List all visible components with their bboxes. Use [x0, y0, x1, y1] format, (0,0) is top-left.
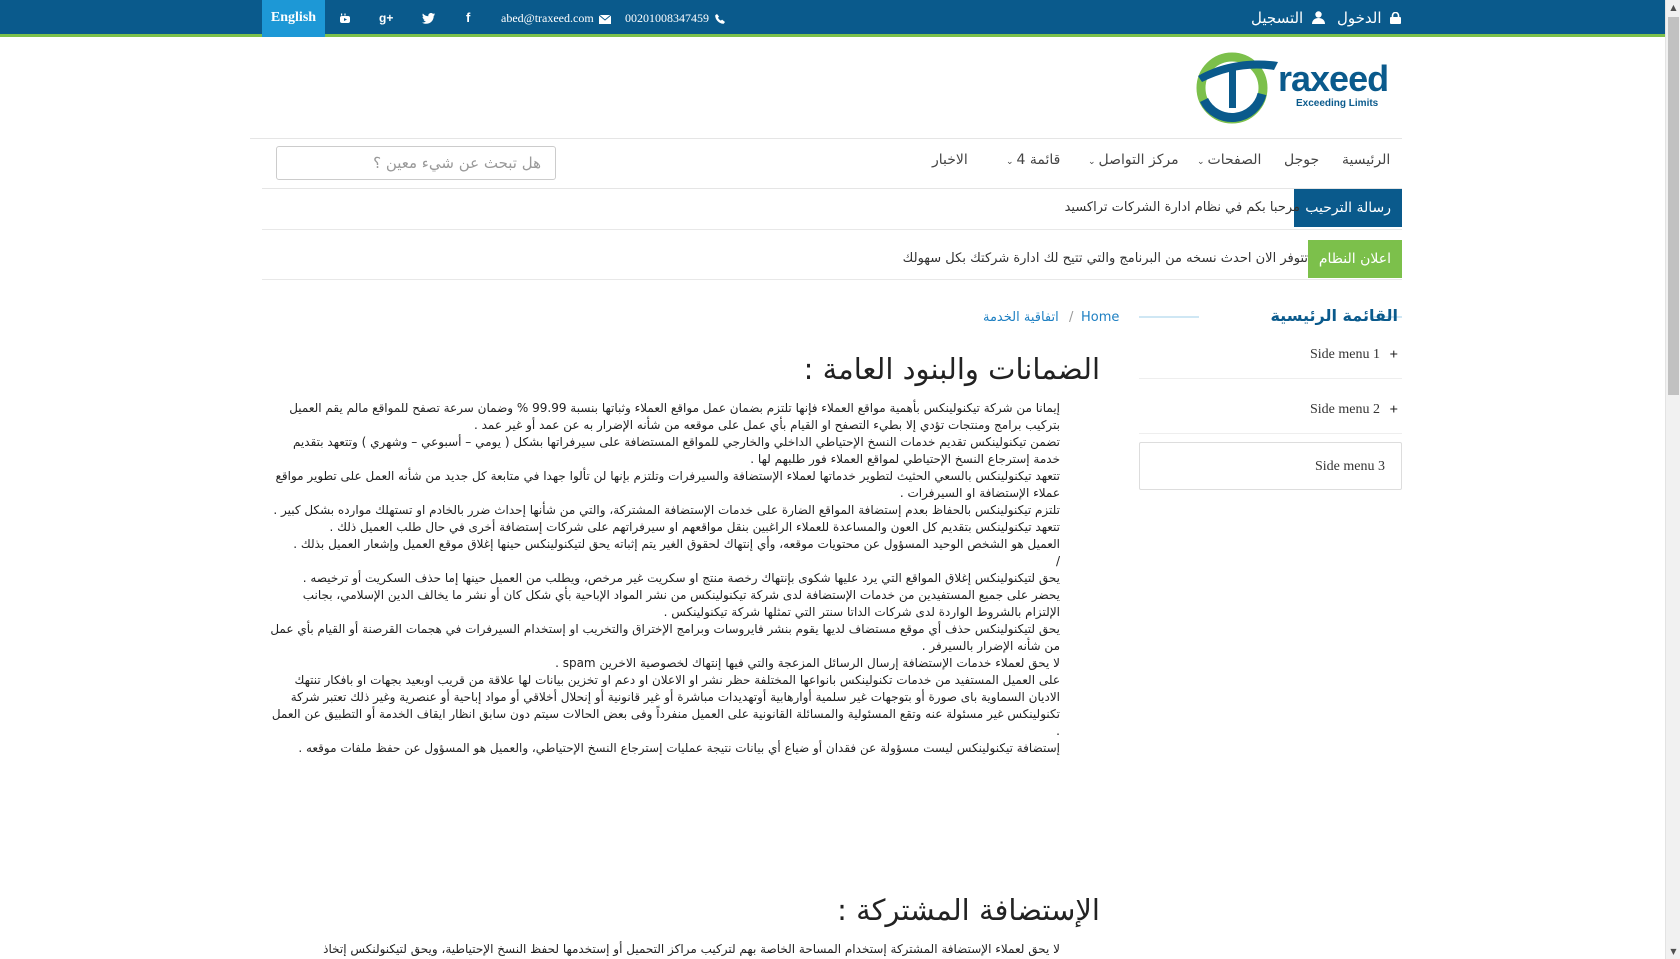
term-paragraph: لا يحق لعملاء خدمات الإستضافة إرسال الرس…: [555, 656, 1060, 670]
sidebar-divider: [1139, 433, 1402, 434]
phone-link[interactable]: 00201008347459: [625, 0, 725, 36]
announcement-divider: [262, 279, 1402, 280]
register-text: التسجيل: [1251, 9, 1304, 27]
chevron-down-icon: ⌄: [1006, 157, 1014, 167]
term-paragraph: على العميل المستفيد من خدمات تكنولينكس ب…: [271, 673, 1060, 738]
top-bar: English g+ f abed@traxeed.com 0020100834…: [0, 0, 1665, 37]
nav-item-menu4-label: قائمة 4: [1016, 152, 1061, 168]
term-paragraph: تتعهد تيكنولينكس بتقديم كل العون والمساع…: [329, 520, 1060, 534]
sidebar-title: القائمة الرئيسية: [1270, 306, 1398, 325]
system-announcement: اعلان النظام تتوفر الان احدث نسخه من الب…: [262, 240, 1402, 278]
breadcrumb-home-link[interactable]: Home: [1081, 310, 1119, 325]
chevron-down-icon: ⌄: [1197, 157, 1205, 167]
plus-icon: +: [1389, 402, 1398, 418]
sidebar-item-label: Side menu 3: [1315, 459, 1385, 474]
scrollbar-thumb[interactable]: [1668, 17, 1679, 395]
nav-item-menu4[interactable]: قائمة 4⌄: [1006, 152, 1060, 168]
term-paragraph: تضمن تيكنولينكس تقديم خدمات النسخ الإحتي…: [292, 435, 1060, 466]
nav-item-google[interactable]: جوجل: [1284, 152, 1319, 168]
term-paragraph: يحق لتيكنولينكس حذف أي موقع مستضاف لديها…: [270, 622, 1060, 653]
sidebar-item-side-menu-3[interactable]: Side menu 3: [1139, 442, 1402, 490]
term-paragraph: يحضر على جميع المستفيدين من خدمات الإستض…: [302, 588, 1060, 619]
sidebar-title-rule: [1139, 316, 1199, 318]
login-link[interactable]: الدخول: [1337, 0, 1402, 36]
term-paragraph: تتعهد تيكنولينكس بالسعي الحثيث لتطوير خد…: [275, 469, 1061, 500]
term-paragraph: إستضافة تيكنولينكس ليست مسؤولة عن فقدان …: [298, 741, 1060, 755]
section-title-shared-hosting: الإستضافة المشتركة :: [837, 893, 1100, 927]
nav-item-news[interactable]: الاخبار: [932, 152, 968, 168]
chevron-down-icon: ⌄: [1088, 157, 1096, 167]
sidebar-item-label: Side menu 1: [1310, 347, 1380, 362]
breadcrumb-current: اتفاقية الخدمة: [983, 310, 1059, 325]
logo-tagline: Exceeding Limits: [1296, 98, 1379, 109]
breadcrumb-home[interactable]: Home: [1081, 310, 1119, 325]
nav-item-contact-center[interactable]: مركز التواصل⌄: [1088, 152, 1179, 168]
scroll-down-arrow-icon[interactable]: ▼: [1666, 944, 1680, 959]
section-body-general-terms: إيمانا من شركة تيكنولينكس بأهمية مواقع ا…: [270, 400, 1060, 757]
register-link[interactable]: التسجيل: [1251, 0, 1325, 36]
system-message: تتوفر الان احدث نسخه من البرنامج والتي ت…: [902, 251, 1308, 266]
welcome-tag: رسالة الترحيب: [1294, 189, 1402, 227]
sidebar-item-side-menu-1[interactable]: + Side menu 1: [1139, 331, 1402, 379]
email-link[interactable]: abed@traxeed.com: [501, 0, 611, 36]
term-paragraph: لا يحق لعملاء الإستضافة المشتركة إستخدام…: [323, 942, 1060, 956]
section-title-general-terms: الضمانات والبنود العامة :: [803, 352, 1100, 386]
twitter-icon[interactable]: [422, 0, 435, 36]
term-paragraph: العميل هو الشخص الوحيد المسؤول عن محتويا…: [293, 537, 1060, 551]
search-input[interactable]: هل تبحث عن شيء معين ؟: [276, 146, 556, 180]
section-body-shared-hosting: لا يحق لعملاء الإستضافة المشتركة إستخدام…: [270, 941, 1060, 958]
phone-text: 00201008347459: [625, 11, 709, 25]
lock-icon: [1390, 11, 1402, 24]
scroll-up-arrow-icon[interactable]: ▲: [1666, 0, 1680, 15]
plus-icon: +: [1389, 347, 1398, 363]
welcome-message: مرحبا بكم في نظام ادارة الشركات تراكسيد: [1064, 200, 1300, 215]
logo-text: raxeed: [1278, 58, 1389, 99]
phone-icon: [715, 14, 725, 25]
term-paragraph: تلتزم تيكنولينكس بالحفاظ بعدم إستضافة ال…: [273, 503, 1060, 517]
welcome-announcement: رسالة الترحيب مرحبا بكم في نظام ادارة ال…: [262, 189, 1402, 227]
google-plus-icon[interactable]: g+: [379, 0, 393, 36]
term-paragraph: يحق لتيكنولينكس إغلاق المواقع التي يرد ع…: [302, 571, 1060, 585]
term-paragraph: إيمانا من شركة تيكنولينكس بأهمية مواقع ا…: [289, 401, 1060, 432]
nav-item-contact-center-label: مركز التواصل: [1098, 152, 1179, 168]
system-tag: اعلان النظام: [1307, 240, 1402, 278]
breadcrumb-separator: /: [1069, 310, 1074, 325]
announcement-divider: [262, 229, 1402, 230]
youtube-icon[interactable]: [339, 0, 351, 36]
sidebar-item-side-menu-2[interactable]: + Side menu 2: [1139, 386, 1402, 434]
nav-item-pages-label: الصفحات: [1207, 152, 1262, 168]
language-switch[interactable]: English: [262, 0, 325, 37]
login-text: الدخول: [1337, 9, 1382, 27]
user-icon: [1312, 11, 1325, 24]
sidebar-item-label: Side menu 2: [1310, 402, 1380, 417]
email-text: abed@traxeed.com: [501, 11, 594, 25]
facebook-icon[interactable]: f: [466, 0, 470, 36]
term-paragraph: /: [1055, 554, 1060, 568]
site-logo[interactable]: raxeed Exceeding Limits: [1192, 48, 1389, 128]
nav-item-home[interactable]: الرئيسية: [1342, 152, 1390, 168]
nav-top-border: [250, 138, 1402, 139]
nav-item-pages[interactable]: الصفحات⌄: [1197, 152, 1261, 168]
sidebar-divider: [1139, 378, 1402, 379]
page-scrollbar[interactable]: ▲ ▼: [1665, 0, 1680, 959]
envelope-icon: [598, 14, 611, 24]
